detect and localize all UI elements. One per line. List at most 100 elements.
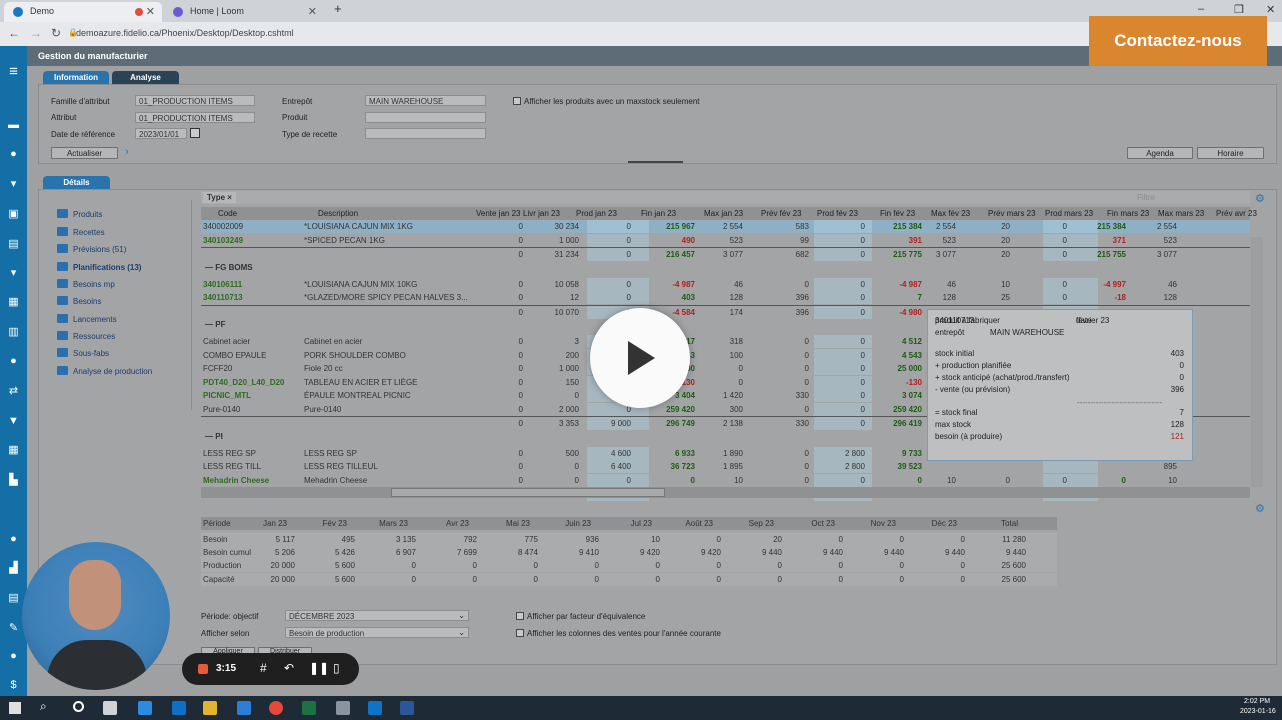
column-header[interactable]: Description xyxy=(318,209,358,218)
close-tab-icon[interactable]: ✕ xyxy=(308,5,317,18)
grid-icon[interactable]: ▦ xyxy=(6,444,21,456)
sidebar-item[interactable]: Besoins mp xyxy=(57,279,115,289)
product-code[interactable]: PDT40_D20_L40_D20 xyxy=(203,378,284,387)
column-header[interactable]: Prod mars 23 xyxy=(1045,209,1093,218)
trash-icon[interactable]: ▯ xyxy=(333,661,340,675)
refresh-button[interactable]: Actualiser xyxy=(51,147,118,159)
document-icon[interactable]: ▤ xyxy=(6,238,21,250)
factory-icon[interactable]: ▙ xyxy=(6,474,21,486)
attribut-input[interactable]: 01_PRODUCTION ITEMS xyxy=(135,112,255,123)
contact-us-button[interactable]: Contactez-nous xyxy=(1089,16,1267,66)
table-row[interactable]: 340002009 *LOUISIANA CAJUN MIX 1KG 0 30 234… xyxy=(201,220,1250,233)
report-icon[interactable]: ▤ xyxy=(6,592,21,604)
sales-columns-checkbox[interactable] xyxy=(516,629,524,637)
tab-information[interactable]: Information xyxy=(43,71,109,84)
horaire-button[interactable]: Horaire xyxy=(1197,147,1264,159)
product-code[interactable]: Pure-0140 xyxy=(203,405,240,414)
sidebar-item[interactable]: Ressources xyxy=(57,331,115,341)
horizontal-scrollbar[interactable] xyxy=(201,487,1250,498)
tab-analyse[interactable]: Analyse xyxy=(112,71,179,84)
column-header[interactable]: Prév fév 23 xyxy=(761,209,801,218)
excel-icon[interactable] xyxy=(302,701,316,715)
chart-icon[interactable]: ▟ xyxy=(6,562,21,574)
splitter-handle[interactable] xyxy=(628,161,683,163)
group-toggle[interactable]: — PI xyxy=(205,432,223,441)
cart-icon[interactable]: ▾ xyxy=(6,178,21,190)
sidebar-item[interactable]: Analyse de production xyxy=(57,366,152,376)
minimize-button[interactable]: – xyxy=(1198,3,1204,15)
shop-icon[interactable]: ▾ xyxy=(6,267,21,279)
scrollbar-thumb[interactable] xyxy=(391,488,665,497)
column-header[interactable]: Prod jan 23 xyxy=(576,209,617,218)
word-icon[interactable] xyxy=(400,701,414,715)
hamburger-icon[interactable]: ≡ xyxy=(6,64,21,79)
dollar-icon[interactable]: $ xyxy=(6,679,21,691)
reload-icon[interactable]: ↻ xyxy=(51,26,61,40)
sidebar-item[interactable]: Prévisions (51) xyxy=(57,244,126,254)
produit-input[interactable] xyxy=(365,112,486,123)
column-header[interactable]: Code xyxy=(218,209,237,218)
table-row[interactable]: LESS REG TILL LESS REG TILLEUL 0 0 6 400 36 7… xyxy=(201,460,1250,473)
product-code[interactable]: 340110713 xyxy=(203,293,243,302)
sidebar-item[interactable]: Produits xyxy=(57,209,102,219)
download-icon[interactable]: ▼ xyxy=(6,415,21,427)
group-toggle[interactable]: — PF xyxy=(205,320,225,329)
building-icon[interactable]: ▥ xyxy=(6,326,21,338)
pause-icon[interactable]: ❚❚ xyxy=(309,661,329,675)
table-row[interactable]: 340103249 *SPICED PECAN 1KG 0 1 000 0 490 523 9… xyxy=(201,233,1250,247)
user-settings-icon[interactable]: ● xyxy=(6,650,21,662)
periode-select[interactable]: DÉCEMBRE 2023 ⌄ xyxy=(285,610,469,621)
column-header[interactable]: Vente jan 23 xyxy=(476,209,520,218)
product-code[interactable]: Mehadrin Cheese xyxy=(203,476,269,485)
wrench-icon[interactable]: ✎ xyxy=(6,622,21,634)
play-button[interactable] xyxy=(590,308,690,408)
sidebar-item[interactable]: Besoins xyxy=(57,296,101,306)
close-window-button[interactable]: ✕ xyxy=(1266,3,1275,16)
column-header[interactable]: Fin jan 23 xyxy=(641,209,676,218)
chat-icon[interactable]: ● xyxy=(6,355,21,367)
forward-icon[interactable]: → xyxy=(30,26,42,40)
maxstock-checkbox[interactable] xyxy=(513,97,521,105)
entrepot-input[interactable]: MAIN WAREHOUSE xyxy=(365,95,486,106)
vertical-scrollbar[interactable] xyxy=(1251,237,1263,487)
maximize-button[interactable]: ❐ xyxy=(1234,3,1244,16)
settings-gear-icon[interactable]: ⚙ xyxy=(1255,192,1265,205)
column-header[interactable]: Prév avr 23 xyxy=(1216,209,1257,218)
windows-start-icon[interactable] xyxy=(9,702,21,714)
filter-input[interactable]: Filtre xyxy=(1137,193,1155,202)
edge-icon[interactable] xyxy=(138,701,152,715)
back-icon[interactable]: ← xyxy=(8,26,20,40)
recette-input[interactable] xyxy=(365,128,486,139)
column-header[interactable]: Fin mars 23 xyxy=(1107,209,1149,218)
chrome-icon[interactable] xyxy=(269,701,283,715)
sidebar-item[interactable]: Sous-fabs xyxy=(57,348,109,358)
browser-tab-demo[interactable]: Demo ✕ xyxy=(4,2,162,22)
product-code[interactable]: LESS REG TILL xyxy=(203,462,261,471)
windows-icon[interactable] xyxy=(172,701,186,715)
type-filter-chip[interactable]: Type × xyxy=(203,192,236,203)
grid-tool-icon[interactable]: # xyxy=(260,661,267,675)
calendar-icon[interactable] xyxy=(190,128,200,138)
settings-gear-icon-2[interactable]: ⚙ xyxy=(1255,502,1265,515)
equivalence-checkbox[interactable] xyxy=(516,612,524,620)
table-row[interactable]: 340110713 *GLAZED/MORE SPICY PECAN HALVES… xyxy=(201,291,1250,304)
product-code[interactable]: PICNIC_MTL xyxy=(203,391,251,400)
undo-icon[interactable]: ↶ xyxy=(284,661,294,675)
contact-icon[interactable]: ▣ xyxy=(6,208,21,220)
column-header[interactable]: Prév mars 23 xyxy=(988,209,1036,218)
afficher-select[interactable]: Besoin de production ⌄ xyxy=(285,627,469,638)
task-view-icon[interactable] xyxy=(103,701,117,715)
url-text[interactable]: demoazure.fidelio.ca/Phoenix/Desktop/Des… xyxy=(76,28,294,38)
truck-icon[interactable]: ▬ xyxy=(6,119,21,131)
outlook-icon[interactable] xyxy=(368,701,382,715)
product-code[interactable]: 340002009 xyxy=(203,222,243,231)
app-icon[interactable] xyxy=(336,701,350,715)
column-header[interactable]: Prod fév 23 xyxy=(817,209,858,218)
chevron-right-icon[interactable]: › xyxy=(125,146,129,158)
column-header[interactable]: Max jan 23 xyxy=(704,209,743,218)
explorer-icon[interactable] xyxy=(203,701,217,715)
subtotal-row[interactable]: 0 31 234 0 216 457 3 077 682 0 215 775 3 077 20 0 2… xyxy=(201,247,1250,261)
table-row[interactable]: 340106111 *LOUISIANA CAJUN MIX 10KG 0 10 05… xyxy=(201,277,1250,291)
sidebar-item[interactable]: Planifications (13) xyxy=(57,262,141,272)
date-input[interactable]: 2023/01/01 xyxy=(135,128,187,139)
